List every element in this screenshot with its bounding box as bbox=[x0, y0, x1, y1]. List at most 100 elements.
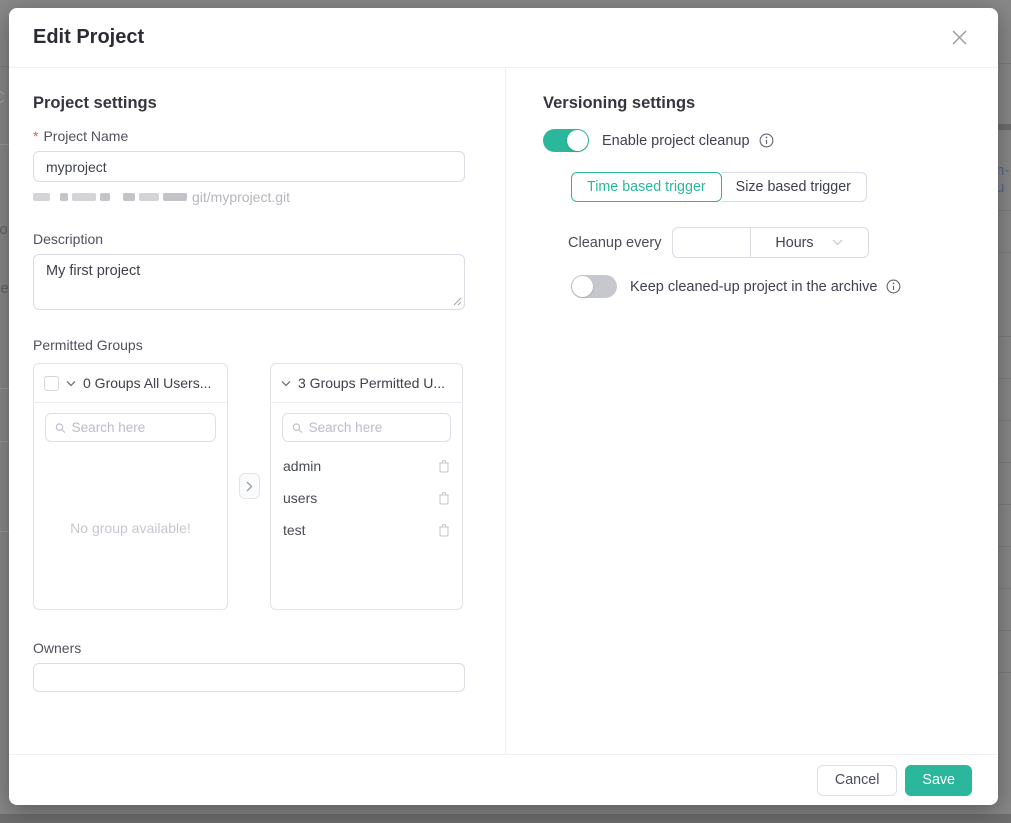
modal-header: Edit Project bbox=[9, 8, 998, 68]
group-item[interactable]: users bbox=[271, 482, 462, 514]
close-icon bbox=[951, 29, 968, 46]
backdrop-line bbox=[998, 630, 1011, 631]
backdrop-band bbox=[998, 124, 1011, 130]
repo-url-suffix: git/myproject.git bbox=[192, 189, 290, 205]
redacted-block bbox=[123, 193, 135, 201]
backdrop-line bbox=[0, 531, 9, 532]
cancel-button[interactable]: Cancel bbox=[817, 765, 898, 796]
redacted-block bbox=[100, 193, 110, 201]
group-name: admin bbox=[283, 458, 321, 474]
enable-cleanup-row: Enable project cleanup bbox=[543, 129, 968, 152]
project-settings-title: Project settings bbox=[33, 94, 465, 113]
remove-group-button[interactable] bbox=[438, 491, 450, 505]
backdrop-fragment-left-top: C bbox=[0, 88, 5, 108]
source-search-box bbox=[45, 413, 216, 442]
backdrop-line bbox=[998, 252, 1011, 253]
group-item[interactable]: test bbox=[271, 514, 462, 546]
owners-input[interactable] bbox=[33, 663, 465, 692]
versioning-settings-title: Versioning settings bbox=[543, 94, 968, 113]
target-search-box bbox=[282, 413, 451, 442]
description-textarea[interactable]: My first project bbox=[33, 254, 465, 310]
redacted-block bbox=[139, 193, 159, 201]
group-name: users bbox=[283, 490, 317, 506]
save-button[interactable]: Save bbox=[905, 765, 972, 796]
groups-target-box: 3 Groups Permitted U... admin bbox=[270, 363, 463, 610]
owners-label: Owners bbox=[33, 640, 465, 656]
search-icon bbox=[55, 422, 66, 434]
modal-footer: Cancel Save bbox=[9, 754, 998, 805]
source-search-input[interactable] bbox=[72, 420, 206, 435]
description-label: Description bbox=[33, 231, 465, 247]
required-mark: * bbox=[33, 128, 38, 144]
source-box-header: 0 Groups All Users... bbox=[34, 364, 227, 403]
modal-title: Edit Project bbox=[33, 26, 144, 49]
project-name-label: * Project Name bbox=[33, 128, 465, 144]
backdrop-line bbox=[998, 504, 1011, 505]
tab-time-based-trigger[interactable]: Time based trigger bbox=[571, 172, 722, 202]
project-name-input[interactable] bbox=[33, 151, 465, 182]
source-box-header-label[interactable]: 0 Groups All Users... bbox=[83, 375, 211, 391]
enable-cleanup-label: Enable project cleanup bbox=[602, 133, 750, 149]
cleanup-interval-input[interactable] bbox=[673, 228, 751, 257]
group-name: test bbox=[283, 522, 306, 538]
backdrop-line bbox=[998, 672, 1011, 673]
backdrop-fragment-left-low: je bbox=[0, 280, 9, 297]
resize-grip-icon[interactable] bbox=[453, 297, 462, 306]
source-empty-text: No group available! bbox=[34, 520, 227, 536]
backdrop-line bbox=[998, 210, 1011, 211]
transfer-middle bbox=[228, 363, 270, 610]
target-group-list: admin users bbox=[271, 450, 462, 546]
info-icon bbox=[759, 133, 774, 148]
owners-label-text: Owners bbox=[33, 640, 81, 656]
backdrop-line bbox=[998, 462, 1011, 463]
remove-group-button[interactable] bbox=[438, 459, 450, 473]
keep-archive-toggle[interactable] bbox=[571, 275, 617, 298]
keep-archive-label: Keep cleaned-up project in the archive bbox=[630, 279, 877, 295]
tab-size-based-trigger[interactable]: Size based trigger bbox=[721, 172, 867, 202]
groups-source-box: 0 Groups All Users... No group available… bbox=[33, 363, 228, 610]
cleanup-unit-value: Hours bbox=[775, 235, 813, 251]
backdrop-line bbox=[0, 144, 9, 145]
trash-icon bbox=[438, 523, 450, 537]
chevron-down-icon[interactable] bbox=[281, 380, 291, 387]
trigger-tabs: Time based trigger Size based trigger bbox=[571, 172, 867, 202]
repo-url-line: git/myproject.git bbox=[33, 189, 465, 205]
select-all-checkbox[interactable] bbox=[44, 376, 59, 391]
versioning-settings-section: Versioning settings Enable project clean… bbox=[506, 68, 998, 754]
cleanup-interval-group: Hours bbox=[672, 227, 869, 258]
chevron-down-icon bbox=[832, 239, 843, 246]
cleanup-unit-select[interactable]: Hours bbox=[751, 228, 868, 257]
keep-archive-row: Keep cleaned-up project in the archive bbox=[571, 275, 968, 298]
backdrop-bottom-band bbox=[0, 814, 1011, 823]
keep-archive-info-button[interactable] bbox=[886, 279, 901, 294]
backdrop-line bbox=[0, 441, 9, 442]
move-right-button[interactable] bbox=[239, 473, 260, 499]
redacted-block bbox=[60, 193, 68, 201]
target-box-header-label[interactable]: 3 Groups Permitted U... bbox=[298, 375, 445, 391]
backdrop-line bbox=[998, 336, 1011, 337]
backdrop-line bbox=[0, 388, 9, 389]
project-settings-section: Project settings * Project Name git/mypr… bbox=[9, 68, 506, 754]
chevron-right-icon bbox=[246, 481, 253, 492]
search-icon bbox=[292, 422, 303, 434]
backdrop-line bbox=[0, 66, 9, 67]
target-search-input[interactable] bbox=[309, 420, 441, 435]
permitted-groups-label: Permitted Groups bbox=[33, 337, 465, 353]
enable-cleanup-toggle[interactable] bbox=[543, 129, 589, 152]
modal-body: Project settings * Project Name git/mypr… bbox=[9, 68, 998, 754]
toggle-knob bbox=[567, 130, 588, 151]
toggle-knob bbox=[572, 276, 593, 297]
close-button[interactable] bbox=[948, 27, 970, 49]
backdrop-line bbox=[998, 546, 1011, 547]
project-name-label-text: Project Name bbox=[43, 128, 128, 144]
description-label-text: Description bbox=[33, 231, 103, 247]
group-item[interactable]: admin bbox=[271, 450, 462, 482]
groups-transfer-widget: 0 Groups All Users... No group available… bbox=[33, 363, 465, 610]
backdrop-fragment-right: n-u bbox=[996, 162, 1011, 196]
remove-group-button[interactable] bbox=[438, 523, 450, 537]
backdrop-fragment-left-mid: no bbox=[0, 221, 8, 238]
target-box-header: 3 Groups Permitted U... bbox=[271, 364, 462, 403]
cleanup-every-label: Cleanup every bbox=[568, 235, 662, 251]
enable-cleanup-info-button[interactable] bbox=[759, 133, 774, 148]
chevron-down-icon[interactable] bbox=[66, 380, 76, 387]
